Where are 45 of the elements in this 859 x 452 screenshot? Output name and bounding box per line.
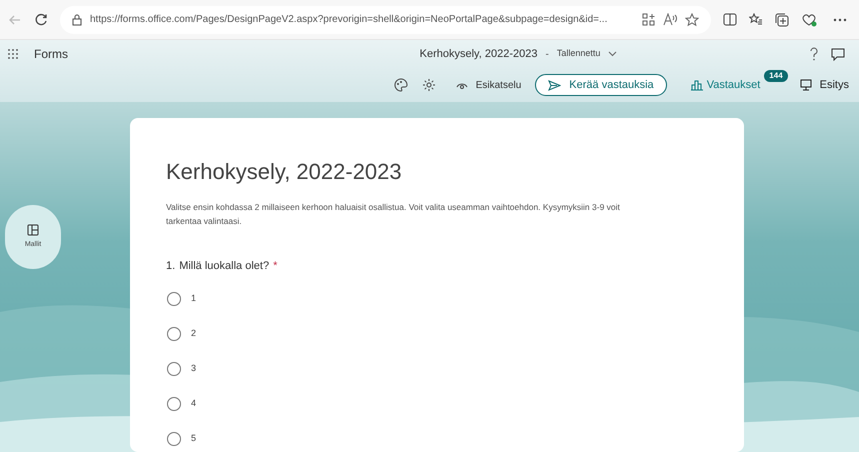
option-label[interactable]: 5 <box>191 432 196 446</box>
form-heading: Kerhokysely, 2022-2023 <box>166 158 403 186</box>
question-number: 1. <box>166 258 176 274</box>
refresh-icon[interactable] <box>34 12 48 26</box>
option-label[interactable]: 3 <box>191 362 196 376</box>
required-mark: * <box>273 258 278 274</box>
preview-button[interactable]: Esikatselu <box>452 78 526 92</box>
monitor-icon <box>800 79 812 91</box>
app-name[interactable]: Forms <box>34 45 68 63</box>
lock-icon <box>72 14 82 26</box>
eye-icon <box>456 80 468 90</box>
save-status: Tallennettu <box>556 47 600 60</box>
collections-icon[interactable] <box>775 12 789 26</box>
form-title[interactable]: Kerhokysely, 2022-2023 <box>420 46 538 62</box>
favorites-icon[interactable] <box>749 12 763 26</box>
count-badge: 144 <box>764 70 788 82</box>
split-screen-icon[interactable] <box>723 13 737 26</box>
radio-button[interactable] <box>167 327 181 341</box>
url-text: https://forms.office.com/Pages/DesignPageV2.aspx?prevorigin=shell&origin=NeoPortalPage&subpage=design&id=... <box>90 13 608 27</box>
star-icon[interactable] <box>685 12 699 26</box>
chevron-down-icon[interactable] <box>608 51 618 57</box>
radio-button[interactable] <box>167 292 181 306</box>
collect-responses-button[interactable]: Kerää vastauksia <box>535 74 667 96</box>
option-label[interactable]: 2 <box>191 327 196 341</box>
help-icon[interactable] <box>809 47 819 61</box>
read-aloud-icon[interactable] <box>663 13 677 26</box>
option-label[interactable]: 4 <box>191 397 196 411</box>
palette-icon[interactable] <box>394 78 408 92</box>
radio-button[interactable] <box>167 397 181 411</box>
responses-button[interactable]: Vastaukset <box>686 76 764 94</box>
grid-plus-icon[interactable] <box>642 13 655 26</box>
form-description: Valitse ensin kohdassa 2 millaiseen kerhoon haluaisit osallistua. Voit valita useamman vaihtoehdon. Kysymyksiin 3-9 voit tarkentaa valintaasi. <box>166 200 621 228</box>
bar-chart-icon <box>690 79 703 91</box>
app-launcher-icon[interactable] <box>8 49 18 59</box>
radio-button[interactable] <box>167 432 181 446</box>
radio-button[interactable] <box>167 362 181 376</box>
layout-icon <box>27 224 39 236</box>
comment-icon[interactable] <box>831 48 845 60</box>
separator: - <box>545 48 549 62</box>
question-text: Millä luokalla olet? <box>179 258 270 274</box>
present-button[interactable]: Esitys <box>800 76 849 94</box>
option-label[interactable]: 1 <box>191 292 196 306</box>
send-icon <box>548 80 562 90</box>
health-icon[interactable] <box>801 12 817 26</box>
address-bar[interactable]: https://forms.office.com/Pages/DesignPageV2.aspx?prevorigin=shell&origin=NeoPortalPage&subpage=design&id=... <box>60 6 711 34</box>
